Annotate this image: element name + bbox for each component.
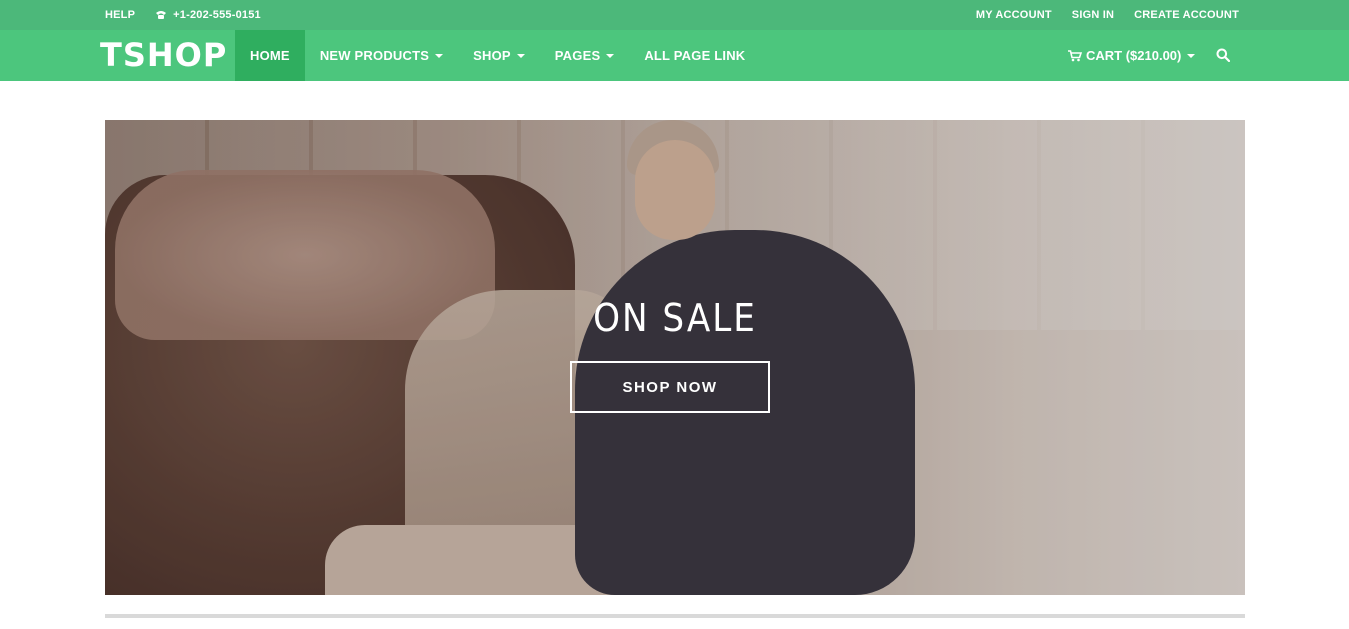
nav-item-label: SHOP (473, 48, 511, 63)
shop-now-button[interactable]: SHOP NOW (570, 361, 770, 413)
nav-item-label: PAGES (554, 48, 601, 63)
cart-label: CART ($210.00) (1086, 48, 1182, 63)
phone-number[interactable]: +1-202-555-0151 (155, 9, 261, 21)
sign-in-link[interactable]: SIGN IN (1072, 9, 1114, 21)
section-divider (105, 614, 1245, 618)
nav-item-new-products[interactable]: NEW PRODUCTS (305, 30, 458, 81)
caret-down-icon (606, 53, 615, 58)
caret-down-icon (435, 53, 444, 58)
phone-text: +1-202-555-0151 (173, 9, 261, 21)
create-account-link[interactable]: CREATE ACCOUNT (1134, 9, 1239, 21)
nav-item-label: NEW PRODUCTS (319, 48, 430, 63)
top-bar: HELP +1-202-555-0151 MY ACCOUNT SIGN IN … (0, 0, 1349, 30)
nav-item-label: HOME (250, 48, 290, 63)
main-navbar: TSHOP HOME NEW PRODUCTS SHOP PAGES ALL P… (0, 30, 1349, 81)
caret-down-icon (1187, 53, 1196, 58)
phone-icon (156, 11, 167, 19)
my-account-link[interactable]: MY ACCOUNT (976, 9, 1052, 21)
nav-item-home[interactable]: HOME (235, 30, 305, 81)
nav-item-all-page-link[interactable]: ALL PAGE LINK (629, 30, 760, 81)
hero-banner: ON SALE SHOP NOW (105, 120, 1245, 595)
caret-down-icon (516, 53, 525, 58)
cart-icon (1068, 49, 1082, 61)
logo[interactable]: TSHOP (100, 37, 227, 73)
hero-overlay (105, 120, 1245, 595)
search-icon[interactable] (1216, 48, 1230, 62)
nav-item-label: ALL PAGE LINK (644, 48, 746, 63)
nav-item-shop[interactable]: SHOP (458, 30, 540, 81)
help-link[interactable]: HELP (105, 9, 135, 21)
nav-item-pages[interactable]: PAGES (540, 30, 630, 81)
hero-title: ON SALE (593, 296, 757, 340)
main-menu: HOME NEW PRODUCTS SHOP PAGES ALL PAGE LI… (235, 30, 760, 81)
cart-button[interactable]: CART ($210.00) (1068, 30, 1196, 81)
